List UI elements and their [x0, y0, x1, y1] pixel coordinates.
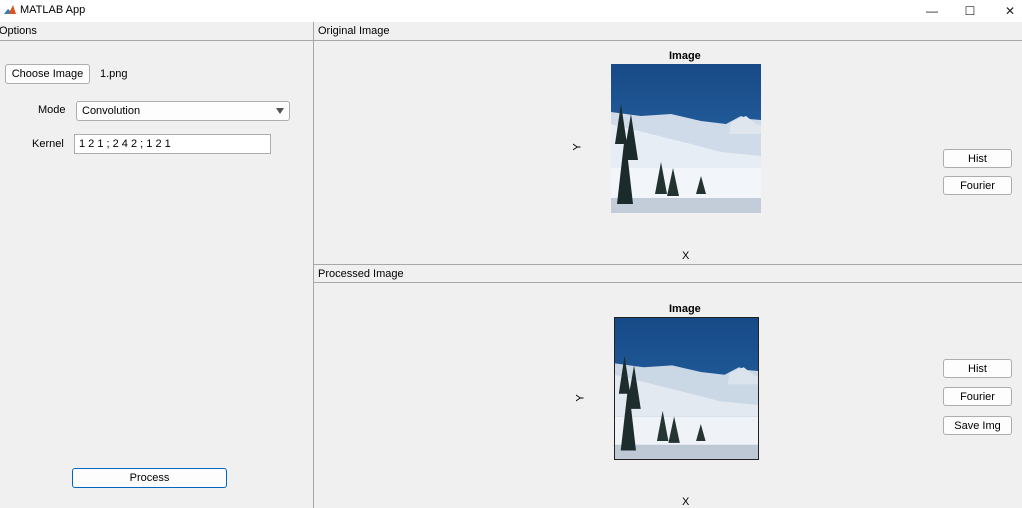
options-title-divider [0, 40, 313, 41]
options-panel-title: Options [0, 25, 37, 37]
window-title: MATLAB App [20, 4, 86, 16]
save-image-button[interactable]: Save Img [943, 416, 1012, 435]
options-panel: Options Choose Image 1.png Mode Convolut… [0, 22, 313, 508]
maximize-button[interactable]: ☐ [950, 0, 990, 22]
chevron-down-icon [276, 108, 284, 114]
choose-image-button[interactable]: Choose Image [5, 64, 90, 84]
processed-image [614, 317, 759, 460]
minimize-icon: — [926, 4, 938, 18]
kernel-input[interactable] [74, 134, 271, 154]
kernel-label: Kernel [32, 138, 64, 150]
processed-x-label: X [682, 496, 690, 508]
processed-y-label: Y [574, 394, 587, 402]
snow-landscape-processed-image [615, 318, 758, 459]
window-titlebar: MATLAB App — ☐ ✕ [0, 0, 1022, 22]
original-y-label: Y [571, 143, 584, 151]
original-x-label: X [682, 250, 690, 262]
original-image [611, 64, 761, 213]
processed-axes-title: Image [669, 303, 701, 315]
maximize-icon: ☐ [964, 4, 976, 18]
processed-panel-title: Processed Image [318, 268, 404, 280]
original-title-divider [314, 40, 1022, 41]
minimize-button[interactable]: — [912, 0, 952, 22]
process-button[interactable]: Process [72, 468, 227, 488]
mode-label: Mode [38, 104, 66, 116]
original-fourier-button[interactable]: Fourier [943, 176, 1012, 195]
original-axes-title: Image [669, 50, 701, 62]
matlab-logo-icon [3, 3, 17, 17]
processed-title-divider [314, 282, 1022, 283]
mode-dropdown[interactable]: Convolution [76, 101, 290, 121]
processed-hist-button[interactable]: Hist [943, 359, 1012, 378]
snow-landscape-image [611, 64, 761, 213]
close-icon: ✕ [1004, 4, 1016, 18]
processed-image-panel: Processed Image Image Y X Hist Fourier S… [314, 265, 1022, 508]
original-panel-title: Original Image [318, 25, 390, 37]
processed-fourier-button[interactable]: Fourier [943, 387, 1012, 406]
original-image-panel: Original Image Image Y X Hist Fourier [314, 22, 1022, 264]
mode-dropdown-value: Convolution [82, 105, 141, 117]
file-name-label: 1.png [100, 68, 128, 80]
original-hist-button[interactable]: Hist [943, 149, 1012, 168]
close-button[interactable]: ✕ [990, 0, 1022, 22]
